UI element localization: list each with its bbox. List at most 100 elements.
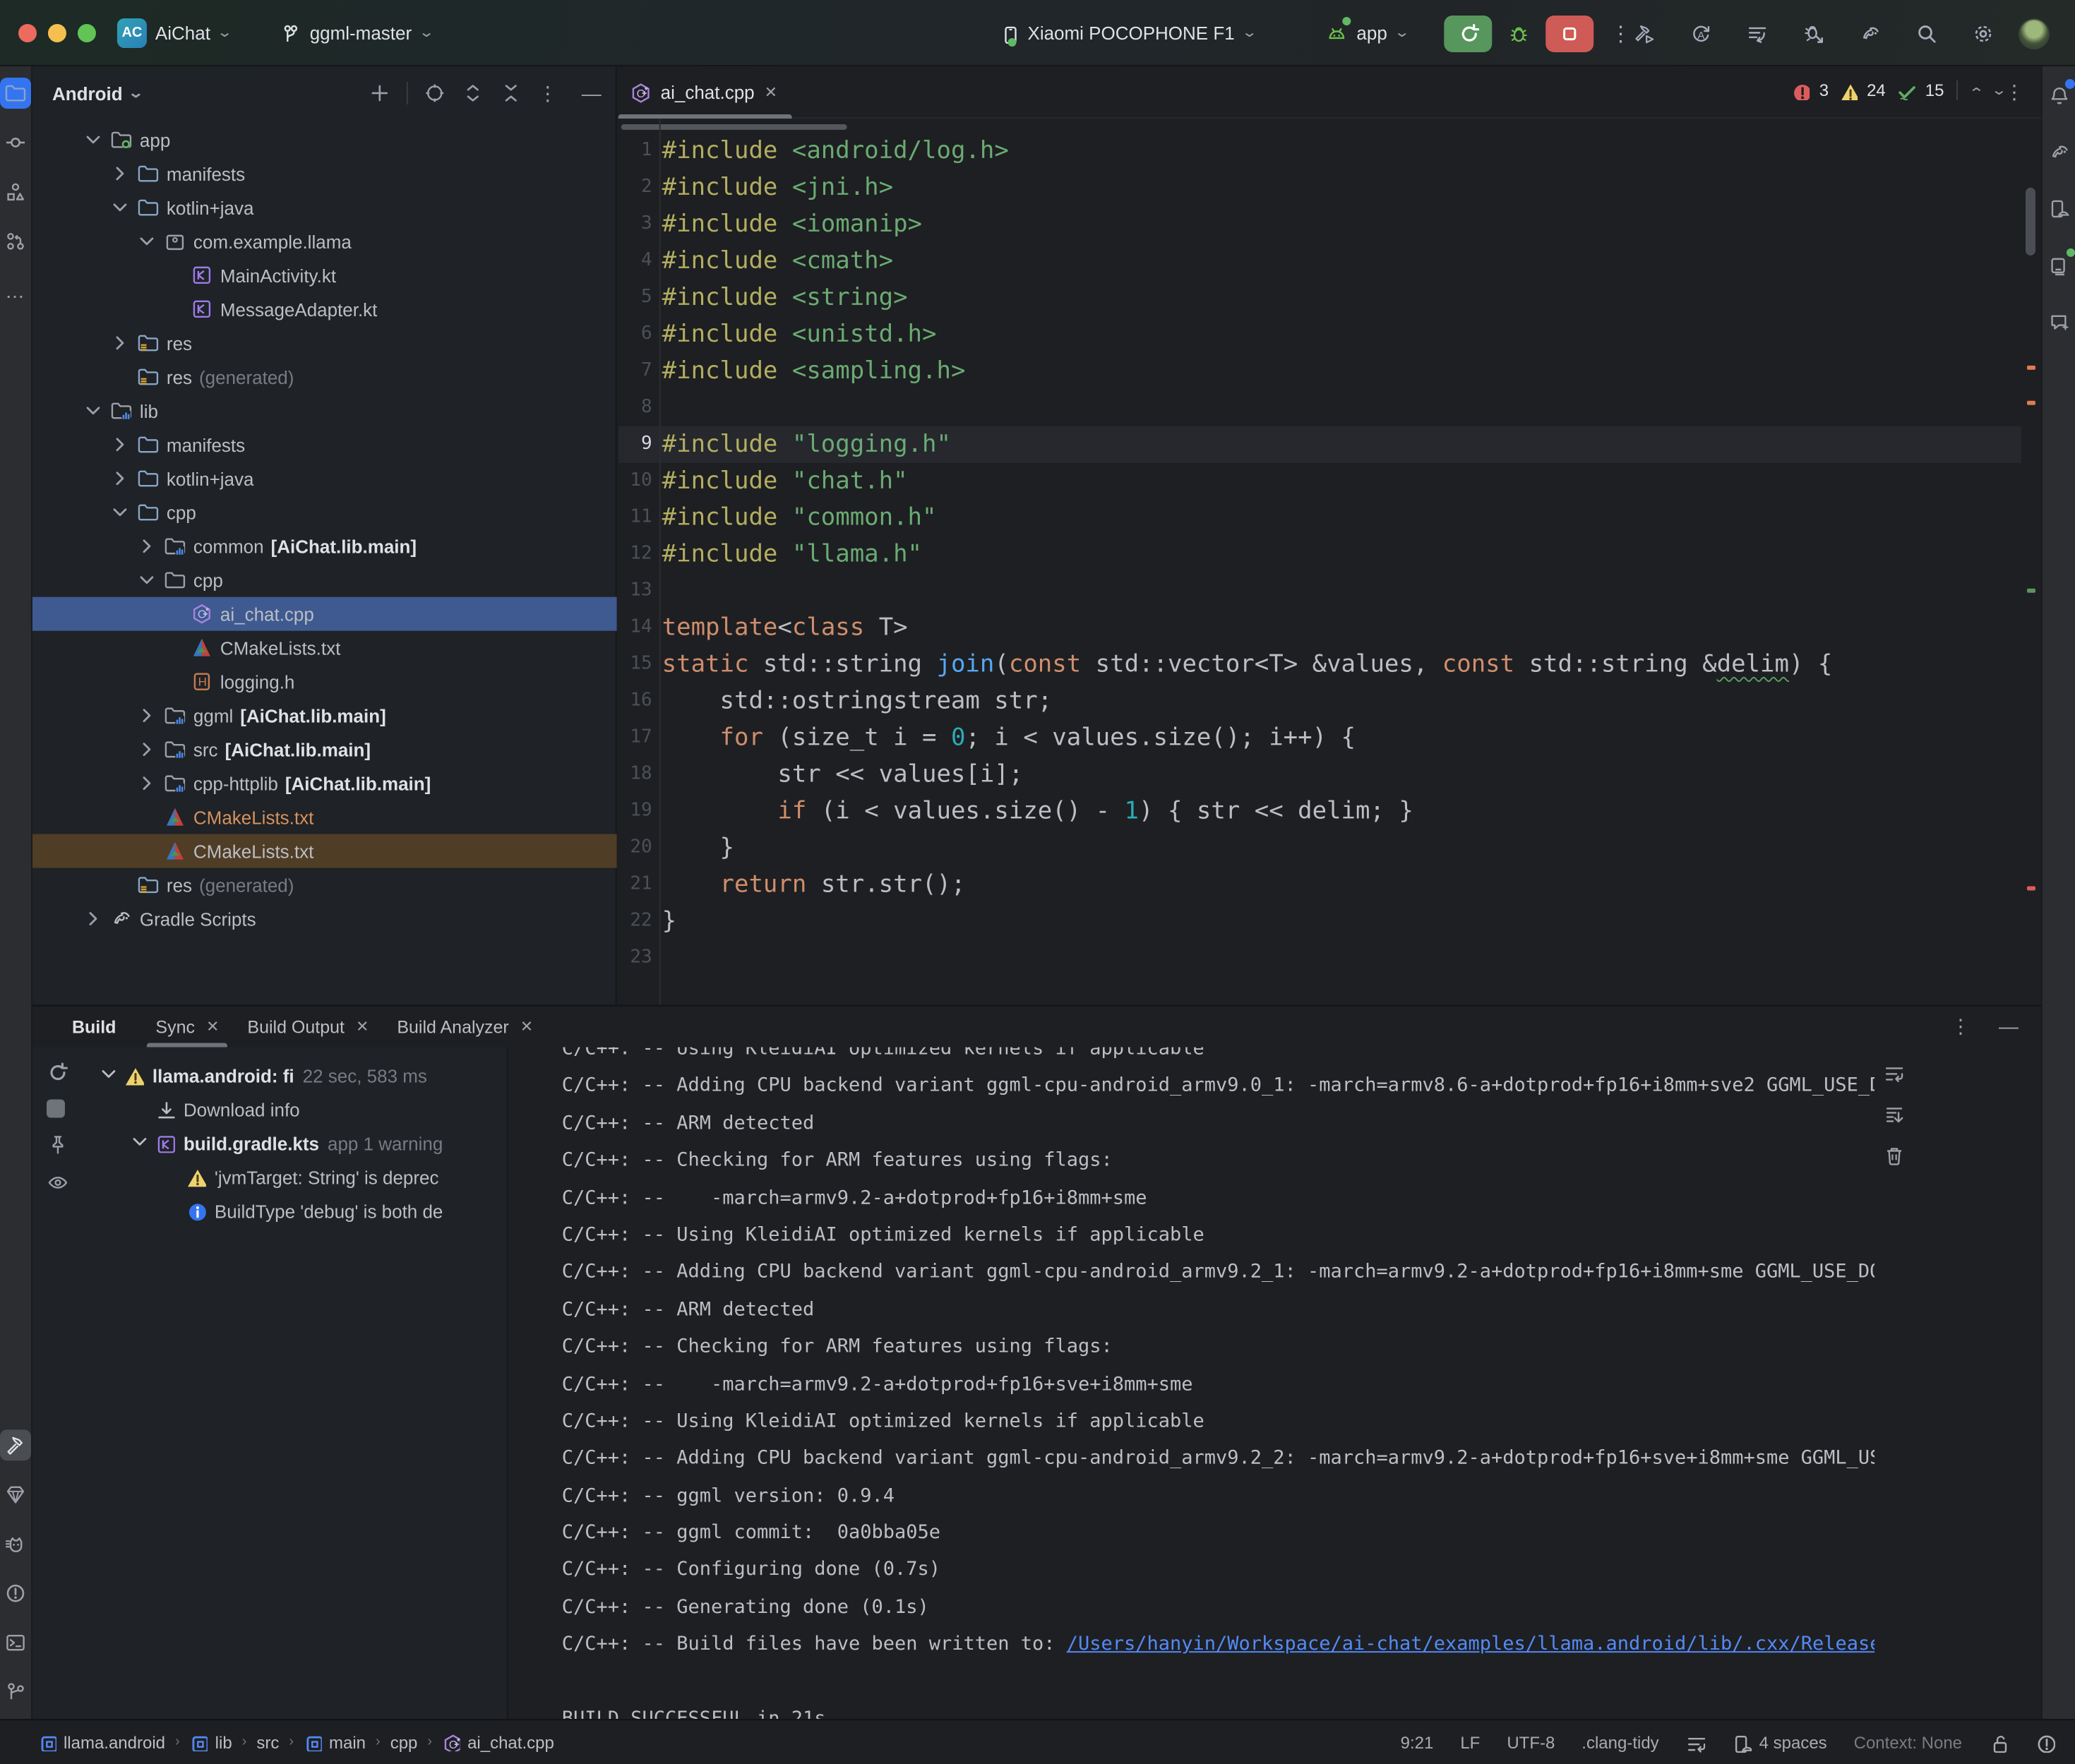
breadcrumb-lib[interactable]: lib bbox=[190, 1732, 232, 1752]
scroll-to-end-icon[interactable] bbox=[1883, 1103, 1906, 1126]
context-indicator[interactable]: Context: None bbox=[1854, 1732, 1962, 1752]
editor-options-icon[interactable]: ⋮ bbox=[2004, 80, 2024, 104]
close-tab-icon[interactable]: ✕ bbox=[520, 1017, 533, 1036]
chevron-right-icon[interactable] bbox=[83, 908, 103, 930]
code-line-1[interactable]: 1#include <android/log.h> bbox=[618, 133, 2021, 169]
app-quality-insights-button[interactable] bbox=[0, 1479, 31, 1510]
tree-item-res[interactable]: res(generated) bbox=[32, 360, 617, 394]
next-problem-icon[interactable]: ⌄ bbox=[1990, 83, 2007, 98]
chevron-down-icon[interactable] bbox=[137, 569, 157, 592]
tree-item-mainactivity-kt[interactable]: MainActivity.kt bbox=[32, 258, 617, 292]
code-area[interactable]: 1#include <android/log.h>2#include <jni.… bbox=[618, 119, 2021, 1005]
breadcrumb-llama-android[interactable]: llama.android bbox=[38, 1732, 165, 1752]
chevron-down-icon[interactable] bbox=[83, 400, 103, 422]
close-tab-icon[interactable]: ✕ bbox=[765, 83, 777, 101]
warning-stripe-mark[interactable] bbox=[2027, 401, 2035, 405]
pin-icon[interactable] bbox=[47, 1133, 69, 1156]
tree-item-kotlin-java[interactable]: kotlin+java bbox=[32, 191, 617, 224]
prev-problem-icon[interactable]: ⌄ bbox=[1968, 83, 1985, 98]
collapse-all-icon[interactable] bbox=[500, 82, 522, 104]
error-stripe-mark[interactable] bbox=[2027, 887, 2035, 891]
build-variants-button[interactable] bbox=[1736, 15, 1778, 52]
tree-item-cmakelists-txt[interactable]: CMakeLists.txt bbox=[32, 834, 617, 868]
code-line-23[interactable]: 23 bbox=[618, 940, 2021, 977]
soft-wrap-icon[interactable] bbox=[1883, 1062, 1906, 1085]
code-line-4[interactable]: 4#include <cmath> bbox=[618, 243, 2021, 280]
line-separator[interactable]: LF bbox=[1460, 1732, 1480, 1752]
close-tab-icon[interactable]: ✕ bbox=[356, 1017, 369, 1036]
tree-item-common[interactable]: common[AiChat.lib.main] bbox=[32, 529, 617, 563]
code-line-9[interactable]: 9#include "logging.h" bbox=[618, 426, 2021, 463]
build-tab-build-analyzer[interactable]: Build Analyzer✕ bbox=[383, 1007, 547, 1048]
chevron-down-icon[interactable] bbox=[110, 196, 130, 219]
rerun-button[interactable] bbox=[1445, 15, 1493, 52]
indent-setting[interactable]: 4 spaces bbox=[1733, 1732, 1827, 1752]
sync-tree-item[interactable]: llama.android: fi22 sec, 583 ms bbox=[97, 1058, 507, 1092]
panel-options-icon[interactable]: ⋮ bbox=[538, 81, 558, 105]
build-tool-button[interactable] bbox=[0, 1429, 31, 1460]
build-tab-build-output[interactable]: Build Output✕ bbox=[233, 1007, 383, 1048]
sync-tree-item[interactable]: 'jvmTarget: String' is deprec bbox=[97, 1160, 507, 1194]
breadcrumb-src[interactable]: src bbox=[256, 1732, 279, 1752]
chevron-right-icon[interactable] bbox=[110, 332, 130, 354]
tree-item-res[interactable]: res(generated) bbox=[32, 868, 617, 902]
build-project-button[interactable] bbox=[1623, 15, 1666, 52]
code-line-22[interactable]: 22} bbox=[618, 904, 2021, 940]
inspections-widget[interactable]: 3 24 15 ⌄ ⌄ bbox=[1791, 75, 2004, 106]
stop-button[interactable] bbox=[1546, 15, 1594, 52]
tree-item-ggml[interactable]: ggml[AiChat.lib.main] bbox=[32, 699, 617, 733]
code-line-18[interactable]: 18 str << values[i]; bbox=[618, 757, 2021, 793]
project-tool-button[interactable] bbox=[0, 78, 31, 109]
hide-panel-icon[interactable]: — bbox=[582, 82, 602, 104]
code-line-2[interactable]: 2#include <jni.h> bbox=[618, 169, 2021, 206]
build-panel-options-icon[interactable]: ⋮ bbox=[1951, 1014, 1971, 1038]
code-line-16[interactable]: 16 std::ostringstream str; bbox=[618, 683, 2021, 720]
breadcrumb-main[interactable]: main bbox=[304, 1732, 366, 1752]
chevron-right-icon[interactable] bbox=[137, 738, 157, 761]
branch-selector[interactable]: ggml-master ⌄ bbox=[270, 11, 443, 54]
stop-sync-icon[interactable] bbox=[47, 1099, 65, 1117]
tree-item-cpp[interactable]: cpp bbox=[32, 563, 617, 597]
tree-item-gradle-scripts[interactable]: Gradle Scripts bbox=[32, 902, 617, 936]
chevron-down-icon[interactable] bbox=[83, 128, 103, 151]
chevron-right-icon[interactable] bbox=[137, 535, 157, 558]
problems-indicator[interactable] bbox=[2035, 1732, 2055, 1752]
code-line-10[interactable]: 10#include "chat.h" bbox=[618, 463, 2021, 500]
tree-item-kotlin-java[interactable]: kotlin+java bbox=[32, 462, 617, 496]
code-line-19[interactable]: 19 if (i < values.size() - 1) { str << d… bbox=[618, 793, 2021, 830]
tree-item-cmakelists-txt[interactable]: CMakeLists.txt bbox=[32, 631, 617, 665]
tree-item-app[interactable]: app bbox=[32, 123, 617, 157]
attach-debugger-button[interactable] bbox=[1793, 15, 1835, 52]
tree-item-src[interactable]: src[AiChat.lib.main] bbox=[32, 733, 617, 767]
code-line-13[interactable]: 13 bbox=[618, 573, 2021, 610]
sync-tree-item[interactable]: Download info bbox=[97, 1092, 507, 1126]
change-stripe-mark[interactable] bbox=[2027, 589, 2035, 593]
breadcrumb-cpp[interactable]: cpp bbox=[390, 1732, 418, 1752]
logcat-tool-button[interactable] bbox=[0, 1528, 31, 1559]
pull-requests-tool-button[interactable] bbox=[0, 226, 31, 257]
chevron-right-icon[interactable] bbox=[110, 162, 130, 185]
chevron-down-icon[interactable] bbox=[137, 230, 157, 253]
notifications-button[interactable] bbox=[2043, 80, 2074, 112]
editor-tab-ai-chat-cpp[interactable]: ai_chat.cpp ✕ bbox=[618, 66, 791, 118]
code-line-14[interactable]: 14template<class T> bbox=[618, 610, 2021, 647]
code-line-21[interactable]: 21 return str.str(); bbox=[618, 867, 2021, 904]
sync-project-button[interactable] bbox=[1680, 15, 1722, 52]
clear-all-icon[interactable] bbox=[1883, 1144, 1906, 1167]
code-line-15[interactable]: 15static std::string join(const std::vec… bbox=[618, 647, 2021, 683]
structure-tool-button[interactable] bbox=[0, 176, 31, 208]
version-control-tool-button[interactable] bbox=[0, 1676, 31, 1708]
sync-tree-item[interactable]: BuildType 'debug' is both de bbox=[97, 1194, 507, 1228]
tree-item-cpp-httplib[interactable]: cpp-httplib[AiChat.lib.main] bbox=[32, 767, 617, 800]
code-line-11[interactable]: 11#include "common.h" bbox=[618, 500, 2021, 536]
terminal-tool-button[interactable] bbox=[0, 1627, 31, 1658]
code-line-5[interactable]: 5#include <string> bbox=[618, 280, 2021, 316]
chevron-right-icon[interactable] bbox=[137, 772, 157, 795]
file-encoding[interactable]: UTF-8 bbox=[1507, 1732, 1555, 1752]
code-line-17[interactable]: 17 for (size_t i = 0; i < values.size();… bbox=[618, 720, 2021, 757]
search-everywhere-button[interactable] bbox=[1906, 15, 1948, 52]
chevron-right-icon[interactable] bbox=[137, 704, 157, 727]
formatter-icon[interactable] bbox=[1686, 1732, 1706, 1752]
avatar[interactable] bbox=[2019, 18, 2050, 49]
tree-item-cpp[interactable]: cpp bbox=[32, 496, 617, 529]
